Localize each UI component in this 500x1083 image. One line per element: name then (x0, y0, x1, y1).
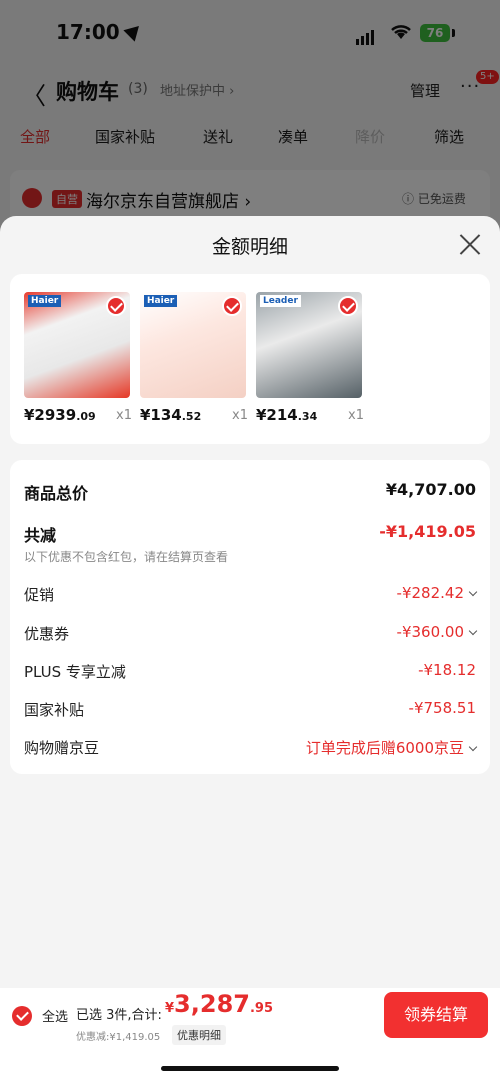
discount-amount: 优惠减:¥1,419.05 (76, 1032, 161, 1043)
coupon-value: -¥360.00 (397, 623, 478, 641)
chevron-down-icon[interactable] (468, 742, 478, 752)
promo-label: 促销 (24, 586, 55, 604)
reduce-label: 共减 (24, 526, 57, 545)
product-brand: Leader (260, 295, 301, 307)
check-icon[interactable] (106, 296, 126, 316)
total-amount: ¥3,287.95 (165, 990, 273, 1018)
product-brand: Haier (144, 295, 178, 307)
product-item[interactable]: Haier ¥134.52 x1 (140, 292, 248, 424)
plus-label: PLUS 专享立减 (24, 663, 126, 681)
product-qty: x1 (116, 408, 132, 423)
total-value: ¥4,707.00 (385, 480, 476, 499)
product-thumbnails: Haier ¥2939.09 x1 Haier ¥134.52 x1 Leade… (10, 274, 490, 444)
jd-beans-label: 购物赠京豆 (24, 739, 100, 757)
subsidy-value: -¥758.51 (408, 699, 476, 717)
amount-summary: 商品总价 ¥4,707.00 共减 -¥1,419.05 以下优惠不包含红包，请… (10, 460, 490, 774)
select-all-checkbox[interactable] (12, 1006, 32, 1026)
coupon-label: 优惠券 (24, 625, 70, 643)
product-qty: x1 (232, 408, 248, 423)
product-qty: x1 (348, 408, 364, 423)
checkout-button[interactable]: 领券结算 (384, 992, 488, 1038)
close-icon[interactable] (458, 232, 482, 256)
reduce-note: 以下优惠不包含红包，请在结算页查看 (24, 550, 229, 564)
product-brand: Haier (28, 295, 62, 307)
discount-detail-button[interactable]: 优惠明细 (172, 1025, 226, 1045)
product-item[interactable]: Haier ¥2939.09 x1 (24, 292, 132, 424)
reduce-value: -¥1,419.05 (379, 522, 476, 541)
product-price: ¥214.34 (256, 406, 318, 424)
product-image: Leader (256, 292, 362, 398)
chevron-down-icon[interactable] (468, 626, 478, 636)
product-image: Haier (24, 292, 130, 398)
total-label: 商品总价 (24, 484, 89, 503)
select-all-label[interactable]: 全选 (42, 1006, 68, 1025)
product-item[interactable]: Leader ¥214.34 x1 (256, 292, 364, 424)
home-indicator (161, 1066, 339, 1071)
check-icon[interactable] (222, 296, 242, 316)
promo-value: -¥282.42 (397, 584, 478, 602)
selected-summary: 已选 3件,合计: (76, 1008, 162, 1023)
plus-value: -¥18.12 (418, 661, 476, 679)
amount-detail-sheet: 金额明细 Haier ¥2939.09 x1 Haier ¥134.52 x1 … (0, 216, 500, 1083)
chevron-down-icon[interactable] (468, 587, 478, 597)
check-icon[interactable] (338, 296, 358, 316)
product-image: Haier (140, 292, 246, 398)
product-price: ¥134.52 (140, 406, 202, 424)
subsidy-label: 国家补贴 (24, 701, 85, 719)
sheet-title: 金额明细 (211, 236, 288, 258)
jd-beans-value: 订单完成后赠6000京豆 (306, 737, 478, 758)
product-price: ¥2939.09 (24, 406, 96, 424)
